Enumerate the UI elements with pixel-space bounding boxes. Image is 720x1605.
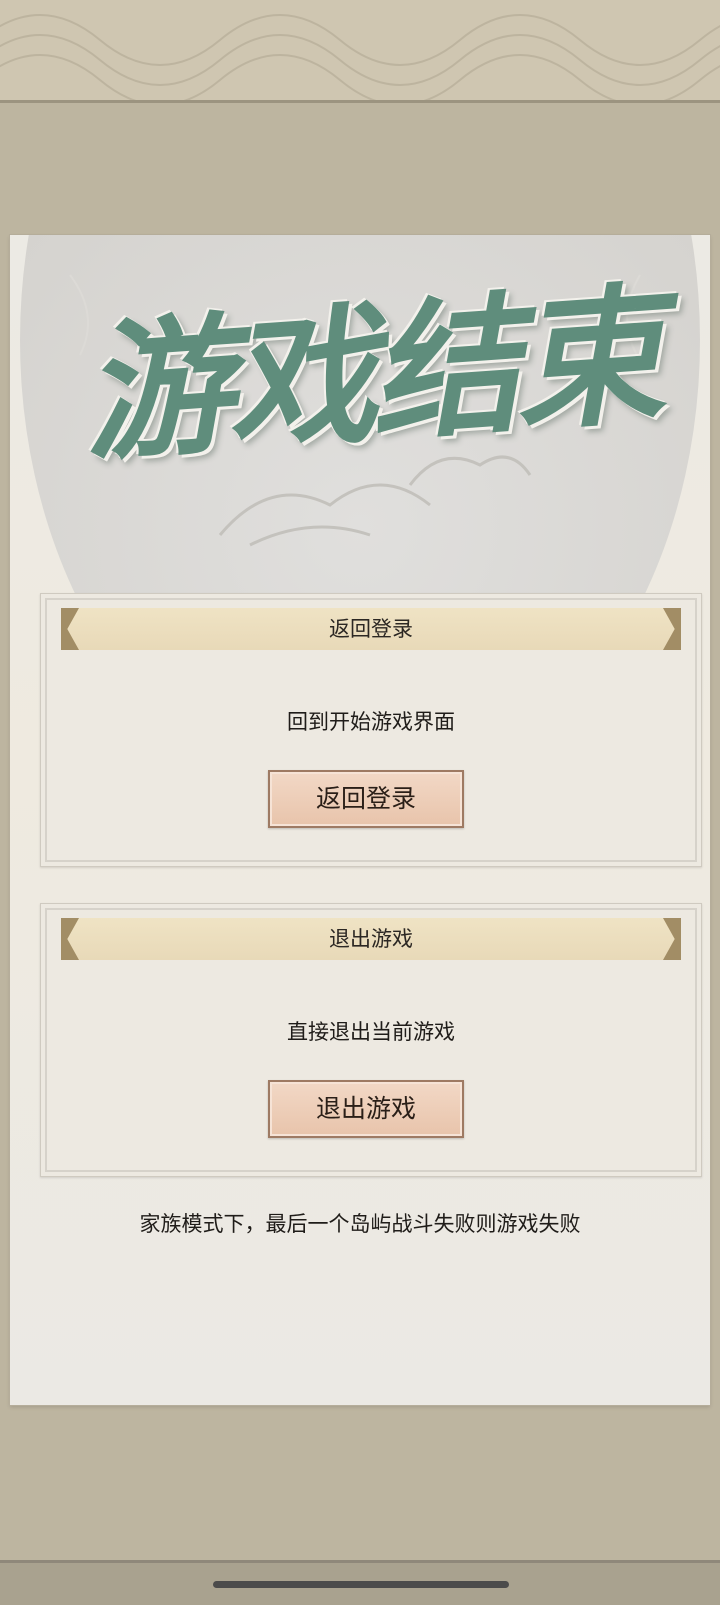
- home-indicator[interactable]: [213, 1581, 509, 1588]
- card-description: 回到开始游戏界面: [287, 710, 455, 734]
- card-description: 直接退出当前游戏: [287, 1020, 455, 1044]
- card-banner: 退出游戏: [61, 918, 681, 960]
- card-banner: 返回登录: [61, 608, 681, 650]
- decorative-top-band: [0, 0, 720, 103]
- return-login-card: 返回登录 回到开始游戏界面 返回登录: [40, 593, 702, 867]
- exit-game-button[interactable]: 退出游戏: [268, 1080, 464, 1138]
- exit-game-card: 退出游戏 直接退出当前游戏 退出游戏: [40, 903, 702, 1177]
- return-login-button[interactable]: 返回登录: [268, 770, 464, 828]
- card-banner-title: 退出游戏: [329, 927, 413, 951]
- wave-pattern-icon: [0, 14, 720, 100]
- card-banner-title: 返回登录: [329, 617, 413, 641]
- footer-note: 家族模式下，最后一个岛屿战斗失败则游戏失败: [139, 1212, 581, 1236]
